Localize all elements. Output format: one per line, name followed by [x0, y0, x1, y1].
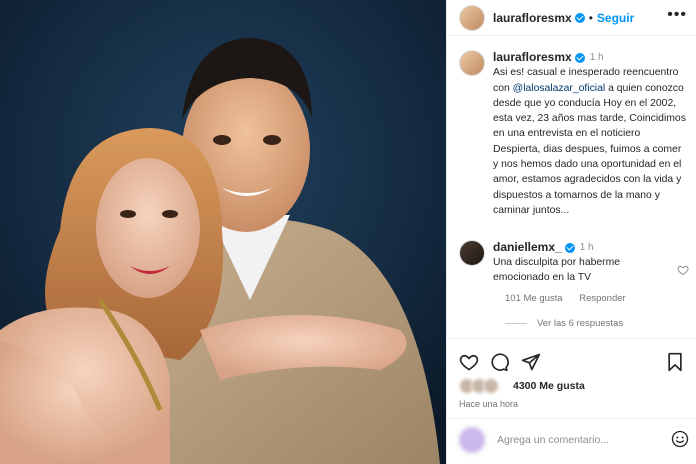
- reply-button[interactable]: Responder: [579, 293, 625, 304]
- share-icon[interactable]: [521, 352, 541, 372]
- follow-button[interactable]: Seguir: [597, 11, 634, 25]
- liker-avatar: [483, 378, 499, 394]
- verified-badge-icon: [574, 52, 585, 63]
- comment-timestamp: 1 h: [579, 242, 594, 253]
- separator-dot: •: [588, 10, 593, 25]
- verified-badge-icon: [564, 242, 575, 253]
- caption-mention-link[interactable]: @lalosalazar_oficial: [513, 83, 606, 94]
- heart-icon[interactable]: [459, 352, 479, 372]
- current-user-avatar: [459, 427, 485, 453]
- caption-author-username[interactable]: laurafloresmx: [493, 50, 572, 65]
- couple-photo-illustration: [0, 0, 446, 464]
- action-bar: [459, 352, 685, 372]
- instagram-post-modal: laurafloresmx • Seguir ••• laurafloresmx…: [0, 0, 696, 464]
- replies-divider-line: [505, 323, 527, 324]
- caption-author-avatar[interactable]: [459, 50, 485, 76]
- divider: [447, 418, 696, 419]
- bookmark-icon[interactable]: [665, 352, 685, 372]
- commenter-username[interactable]: daniellemx_: [493, 240, 562, 255]
- likes-count[interactable]: 4300 Me gusta: [513, 380, 585, 392]
- author-username[interactable]: laurafloresmx: [493, 11, 572, 25]
- comment-icon[interactable]: [489, 352, 509, 372]
- comment-input[interactable]: [495, 433, 659, 447]
- post-side-panel: laurafloresmx • Seguir ••• laurafloresmx…: [446, 0, 696, 464]
- comment-item: daniellemx_ 1 h Una disculpita por haber…: [459, 240, 689, 329]
- post-header: laurafloresmx • Seguir •••: [447, 0, 696, 36]
- comment-text: Una disculpita por haberme emocionado en…: [493, 257, 621, 283]
- verified-badge-icon: [574, 12, 585, 23]
- commenter-avatar[interactable]: [459, 240, 485, 266]
- post-time-ago: Hace una hora: [459, 399, 519, 409]
- comment-likes-count[interactable]: 101 Me gusta: [505, 293, 563, 304]
- more-options-icon[interactable]: •••: [667, 7, 687, 23]
- divider: [447, 338, 696, 339]
- post-photo[interactable]: [0, 0, 446, 464]
- comment-meta: 101 Me gusta Responder: [505, 293, 640, 304]
- view-replies-button[interactable]: Ver las 6 respuestas: [505, 318, 623, 329]
- caption-timestamp: 1 h: [589, 52, 604, 63]
- view-replies-label: Ver las 6 respuestas: [537, 318, 624, 329]
- comment-like-heart-icon[interactable]: [677, 264, 689, 276]
- author-avatar[interactable]: [459, 4, 485, 31]
- post-caption: laurafloresmx 1 h Asi es! casual e inesp…: [459, 50, 689, 218]
- add-comment-bar: [459, 427, 689, 453]
- likes-row[interactable]: 4300 Me gusta: [459, 378, 585, 394]
- caption-text-end: a quien conozco desde que yo conducía Ho…: [493, 82, 686, 216]
- emoji-icon[interactable]: [671, 430, 689, 448]
